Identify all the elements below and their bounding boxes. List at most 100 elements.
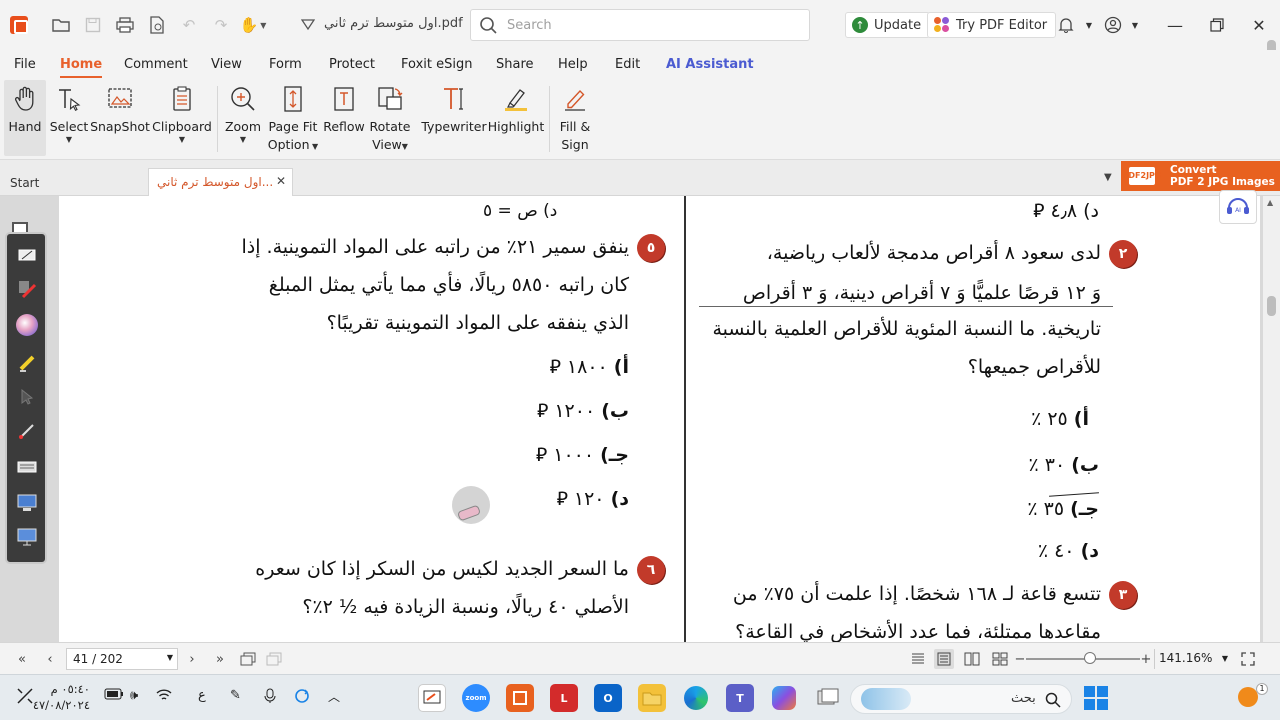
tab-edit[interactable]: Edit <box>615 57 640 72</box>
ai-assistant-float-button[interactable]: AI <box>1219 190 1257 224</box>
first-page-icon[interactable]: « <box>12 649 32 669</box>
reflow-tool-button[interactable]: Reflow <box>323 80 365 156</box>
next-view-icon[interactable] <box>264 649 284 669</box>
zoom-dropdown-icon[interactable]: ▼ <box>1222 654 1228 663</box>
zoom-level-select[interactable]: 141.16% ▼ <box>1154 649 1232 669</box>
print-icon[interactable] <box>114 14 136 36</box>
volume-icon[interactable]: 🕪 <box>130 688 138 703</box>
save-icon[interactable] <box>82 14 104 36</box>
full-screen-icon[interactable] <box>1238 649 1258 669</box>
scroll-thumb[interactable] <box>1267 296 1276 316</box>
continuous-view-icon[interactable] <box>934 649 954 669</box>
display-mode-icon[interactable] <box>16 687 34 709</box>
pen-menu-icon[interactable]: ✎ <box>230 688 241 703</box>
clipboard-tool-button[interactable]: Clipboard ▼ <box>152 80 212 156</box>
tab-help[interactable]: Help <box>558 57 588 72</box>
scroll-up-arrow-icon[interactable]: ▲ <box>1267 198 1273 207</box>
account-dropdown-icon[interactable]: ▼ <box>1122 13 1148 37</box>
taskbar-zoom-icon[interactable]: zoom <box>462 684 490 712</box>
convert-pdf-to-jpg-banner[interactable]: PDF2JPG Convert PDF 2 JPG Images <box>1121 161 1280 191</box>
windows-start-icon[interactable] <box>1084 686 1108 710</box>
tab-file[interactable]: File <box>14 57 36 72</box>
tab-home[interactable]: Home <box>60 57 103 79</box>
zoom-slider-handle[interactable] <box>1084 652 1096 664</box>
page-properties-icon[interactable] <box>146 14 168 36</box>
zoom-tool-button[interactable]: Zoom ▼ <box>224 80 262 156</box>
rotate-view-button[interactable]: Rotate View▼ <box>369 80 411 156</box>
taskbar-edge-icon[interactable] <box>682 684 710 712</box>
highlighter-yellow-icon[interactable] <box>15 352 39 374</box>
close-tab-icon[interactable]: ✕ <box>276 174 286 188</box>
page-fit-option-button[interactable]: Page Fit Option ▼ <box>267 80 319 156</box>
taskbar-copilot-icon[interactable] <box>770 684 798 712</box>
sync-icon[interactable] <box>294 688 310 708</box>
taskbar-window-icon[interactable] <box>814 684 842 712</box>
highlight-tool-button[interactable]: Highlight <box>488 80 544 156</box>
filter-dropdown-icon[interactable] <box>297 14 319 36</box>
pdf-page[interactable]: د) ص = ٥ ٥ ينفق سمير ٢١٪ من راتبه على ال… <box>59 196 1260 642</box>
rotate-view-dropdown-icon[interactable]: ▼ <box>402 142 408 151</box>
tab-list-dropdown-icon[interactable]: ▼ <box>1104 172 1112 183</box>
tab-current-document[interactable]: اول متوسط ترم ثاني... ✕ <box>148 168 293 196</box>
minimize-icon[interactable]: — <box>1162 13 1188 37</box>
toolbar-collapse-handle[interactable] <box>12 222 28 232</box>
try-pdf-editor-button[interactable]: Try PDF Editor <box>927 12 1057 38</box>
document-scrollbar[interactable]: ▲ <box>1263 196 1280 642</box>
tab-view[interactable]: View <box>211 57 242 72</box>
taskbar-outlook-icon[interactable]: O <box>594 684 622 712</box>
notification-dropdown-icon[interactable]: ▼ <box>1076 13 1102 37</box>
select-tool-button[interactable]: Select ▼ <box>50 80 88 156</box>
taskbar-teams-icon[interactable]: T <box>726 684 754 712</box>
input-language-indicator[interactable]: ع <box>198 688 206 703</box>
last-page-icon[interactable]: » <box>210 649 230 669</box>
page-fit-dropdown-icon[interactable]: ▼ <box>310 142 318 151</box>
taskbar-l-app-icon[interactable]: L <box>550 684 578 712</box>
search-box[interactable] <box>470 9 810 41</box>
hand-tool-button[interactable]: Hand <box>4 80 46 156</box>
fill-and-sign-button[interactable]: Fill & Sign <box>554 80 596 156</box>
zoom-slider-track[interactable] <box>1026 658 1140 660</box>
continuous-facing-view-icon[interactable] <box>990 649 1010 669</box>
single-page-view-icon[interactable] <box>908 649 928 669</box>
page-number-input[interactable]: 41 / 202 ▼ <box>66 648 178 670</box>
zoom-in-small-icon[interactable]: + <box>1136 649 1156 669</box>
tab-share[interactable]: Share <box>496 57 534 72</box>
pointer-arrow-icon[interactable] <box>15 386 39 408</box>
page-dropdown-icon[interactable]: ▼ <box>167 653 173 662</box>
snapshot-tool-button[interactable]: SnapShot <box>90 80 150 156</box>
open-folder-icon[interactable] <box>50 14 72 36</box>
undo-icon[interactable]: ↶ <box>178 14 200 36</box>
tab-protect[interactable]: Protect <box>329 57 375 72</box>
tab-ai-assistant[interactable]: AI Assistant <box>666 57 754 72</box>
search-input[interactable] <box>507 16 797 34</box>
tab-start[interactable]: Start <box>0 168 145 196</box>
typewriter-tool-button[interactable]: Typewriter <box>421 80 487 156</box>
presentation-screen-icon[interactable] <box>15 526 39 548</box>
select-dropdown-icon[interactable]: ▼ <box>66 136 72 144</box>
show-hidden-icons-chevron[interactable]: ︿ <box>328 688 340 705</box>
screen-capture-icon[interactable] <box>15 492 39 514</box>
facing-view-icon[interactable] <box>962 649 982 669</box>
tab-comment[interactable]: Comment <box>124 57 188 72</box>
zoom-dropdown-icon[interactable]: ▼ <box>240 136 246 144</box>
previous-view-icon[interactable] <box>238 649 258 669</box>
update-button[interactable]: ↑ Update <box>845 12 931 38</box>
battery-icon[interactable] <box>104 688 124 704</box>
hand-dropdown-icon[interactable]: ✋ ▼ <box>240 14 267 36</box>
taskbar-whiteboard-icon[interactable] <box>418 684 446 712</box>
keyboard-icon[interactable] <box>15 456 39 478</box>
weather-sun-icon[interactable] <box>1238 687 1258 707</box>
taskbar-search-box[interactable]: بحث <box>850 684 1072 714</box>
tab-foxit-esign[interactable]: Foxit eSign <box>401 57 472 72</box>
previous-page-icon[interactable]: ‹ <box>40 649 60 669</box>
taskbar-file-explorer-icon[interactable] <box>638 684 666 712</box>
redo-icon[interactable]: ↷ <box>210 14 232 36</box>
pen-red-icon[interactable] <box>15 278 39 300</box>
wifi-icon[interactable] <box>156 688 172 706</box>
foxit-logo-icon[interactable] <box>10 16 28 34</box>
document-workspace[interactable]: د) ص = ٥ ٥ ينفق سمير ٢١٪ من راتبه على ال… <box>0 196 1280 642</box>
taskbar-foxit-reader-icon[interactable] <box>506 684 534 712</box>
restore-icon[interactable] <box>1204 13 1230 37</box>
laser-pen-icon[interactable] <box>15 420 39 442</box>
clipboard-dropdown-icon[interactable]: ▼ <box>179 136 185 144</box>
